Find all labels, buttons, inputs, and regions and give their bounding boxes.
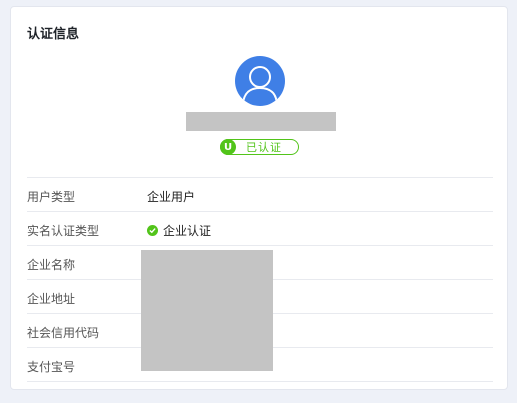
row-label: 企业地址 bbox=[27, 292, 76, 306]
check-circle-icon bbox=[147, 225, 158, 236]
user-avatar-icon bbox=[235, 56, 285, 106]
section-title: 认证信息 bbox=[27, 27, 80, 42]
row-label: 企业名称 bbox=[27, 258, 76, 272]
info-row-user-type: 用户类型 企业用户 bbox=[27, 177, 493, 211]
redacted-company-info bbox=[141, 250, 273, 371]
user-u-icon: U bbox=[220, 139, 236, 155]
verified-status-badge: U 已认证 bbox=[220, 139, 299, 155]
verified-status-label: 已认证 bbox=[246, 141, 282, 154]
row-label: 社会信用代码 bbox=[27, 326, 100, 340]
row-value-wrapper: 企业认证 bbox=[147, 222, 211, 239]
info-row-auth-type: 实名认证类型 企业认证 bbox=[27, 211, 493, 245]
auth-info-card: 认证信息 U 已认证 用户类型 企业用户 实名认证类型 企业认证 企业名称 企业… bbox=[10, 6, 508, 390]
row-label: 实名认证类型 bbox=[27, 224, 100, 238]
row-label: 支付宝号 bbox=[27, 360, 76, 374]
row-value: 企业用户 bbox=[147, 190, 196, 204]
row-value: 企业认证 bbox=[163, 224, 212, 238]
row-label: 用户类型 bbox=[27, 190, 76, 204]
redacted-username bbox=[186, 112, 336, 131]
